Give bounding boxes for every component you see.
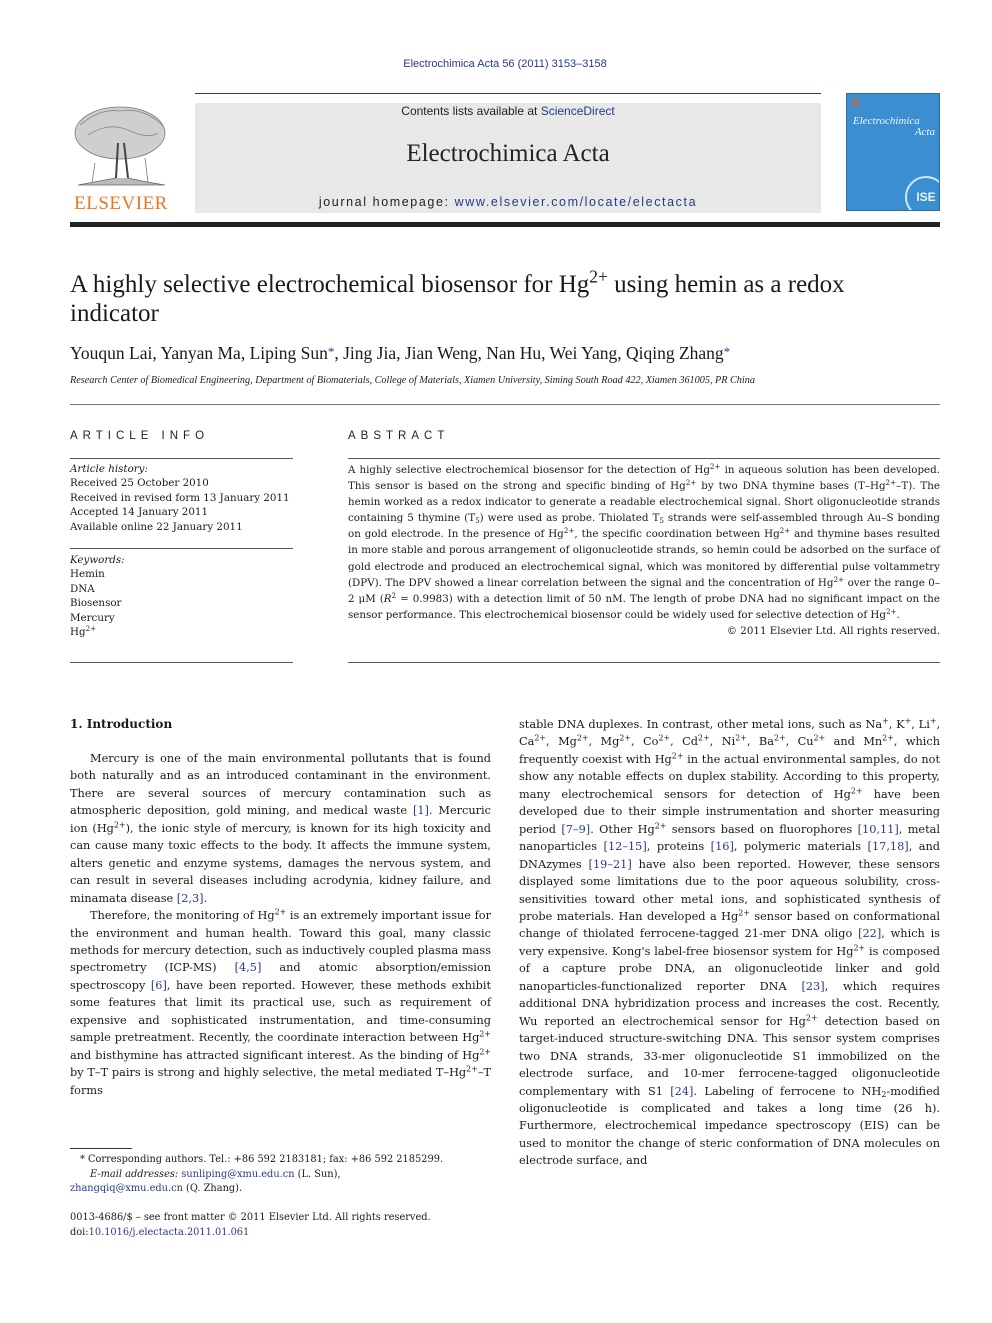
abstract-text: A highly selective electrochemical biose… <box>348 462 940 639</box>
article-info-rule-top <box>70 458 293 459</box>
affiliation: Research Center of Biomedical Engineerin… <box>70 375 755 386</box>
doi-link[interactable]: 10.1016/j.electacta.2011.01.061 <box>89 1227 250 1238</box>
history-item: Accepted 14 January 2011 <box>70 506 209 519</box>
citation-link[interactable]: [2,3] <box>177 892 204 905</box>
email-link[interactable]: zhangqiq@xmu.edu.cn <box>70 1183 183 1194</box>
author-name[interactable]: Yanyan Ma <box>160 343 240 363</box>
citation-link[interactable]: [10,11] <box>858 823 899 836</box>
citation-link[interactable]: [16] <box>711 840 734 853</box>
citation-link[interactable]: [17,18] <box>868 840 909 853</box>
email-owner: (L. Sun), <box>294 1168 341 1180</box>
citation-link[interactable]: [23] <box>801 980 824 993</box>
author-list: Youqun Lai, Yanyan Ma, Liping Sun*, Jing… <box>70 343 731 363</box>
corresponding-author-mark[interactable]: * <box>328 344 335 359</box>
footnote-rule <box>70 1148 132 1149</box>
author-name[interactable]: Jing Jia <box>343 343 396 363</box>
keywords: Keywords: Hemin DNA Biosensor Mercury Hg… <box>70 553 293 639</box>
homepage-label: journal homepage: <box>318 195 455 209</box>
body-column-left: Mercury is one of the main environmental… <box>70 750 491 1099</box>
masthead-divider <box>70 222 940 227</box>
author-name[interactable]: Qiqing Zhang <box>626 343 724 363</box>
keyword-item: DNA <box>70 582 95 595</box>
article-history: Article history: Received 25 October 201… <box>70 462 293 534</box>
ise-badge-icon: ISE <box>905 176 939 210</box>
issn-line: 0013-4686/$ – see front matter © 2011 El… <box>70 1212 431 1223</box>
author-name[interactable]: Youqun Lai <box>70 343 152 363</box>
cover-publisher-icon <box>851 98 860 107</box>
article-title: A highly selective electrochemical biose… <box>70 268 900 328</box>
history-item: Received in revised form 13 January 2011 <box>70 491 290 504</box>
journal-citation[interactable]: Electrochimica Acta 56 (2011) 3153–3158 <box>0 58 992 70</box>
sciencedirect-link[interactable]: ScienceDirect <box>541 104 615 118</box>
keyword-item: Biosensor <box>70 597 122 610</box>
email-owner: (Q. Zhang). <box>182 1183 243 1194</box>
section-divider <box>70 404 940 405</box>
citation-link[interactable]: [7–9] <box>561 823 590 836</box>
abstract-copyright: © 2011 Elsevier Ltd. All rights reserved… <box>726 624 940 637</box>
contents-availability: Contents lists available at ScienceDirec… <box>195 104 821 118</box>
paragraph: stable DNA duplexes. In contrast, other … <box>519 716 941 1168</box>
history-item: Available online 22 January 2011 <box>70 520 243 533</box>
journal-cover-thumbnail[interactable]: Electrochimica Acta ISE <box>846 93 940 211</box>
article-info-heading: ARTICLE INFO <box>70 430 210 442</box>
abstract-body: A highly selective electrochemical biose… <box>348 462 941 621</box>
keyword-item: Hg2+ <box>70 624 97 639</box>
paragraph: Mercury is one of the main environmental… <box>70 752 491 905</box>
corresponding-author-mark[interactable]: * <box>724 344 731 359</box>
homepage-link[interactable]: www.elsevier.com/locate/electacta <box>455 195 697 209</box>
elsevier-wordmark: ELSEVIER <box>74 193 168 214</box>
journal-masthead: Contents lists available at ScienceDirec… <box>195 103 821 213</box>
citation-link[interactable]: [6] <box>151 979 167 992</box>
keyword-item: Mercury <box>70 611 115 624</box>
citation-link[interactable]: [24] <box>670 1085 693 1098</box>
keywords-label: Keywords: <box>70 554 125 566</box>
history-label: Article history: <box>70 463 148 475</box>
author-name[interactable]: Wei Yang <box>550 343 618 363</box>
article-info-rule-mid <box>70 548 293 549</box>
abstract-rule-bottom <box>348 662 940 663</box>
citation-link[interactable]: [22] <box>858 927 881 940</box>
journal-title: Electrochimica Acta <box>406 140 610 167</box>
cover-title-line1: Electrochimica <box>853 115 920 127</box>
citation-link[interactable]: [19–21] <box>589 858 632 871</box>
paragraph: Therefore, the monitoring of Hg2+ is an … <box>70 907 491 1097</box>
introduction-heading: 1. Introduction <box>70 717 173 731</box>
doi-label: doi: <box>70 1226 89 1238</box>
elsevier-logo[interactable]: ELSEVIER <box>70 103 172 215</box>
footnote-contact-text: Corresponding authors. Tel.: +86 592 218… <box>84 1154 444 1165</box>
abstract-rule-top <box>348 458 940 459</box>
footnote-emails-cont: zhangqiq@xmu.edu.cn (Q. Zhang). <box>70 1182 500 1197</box>
author-name[interactable]: Nan Hu <box>486 343 541 363</box>
cover-title-line2: Acta <box>914 126 935 138</box>
keyword-item: Hemin <box>70 568 105 581</box>
journal-homepage: journal homepage: www.elsevier.com/locat… <box>195 195 821 209</box>
abstract-heading: ABSTRACT <box>348 430 450 442</box>
citation-link[interactable]: [12–15] <box>604 840 647 853</box>
email-link[interactable]: sunliping@xmu.edu.cn <box>181 1169 294 1180</box>
citation-link[interactable]: [4,5] <box>235 961 262 974</box>
title-text-1: A highly selective electrochemical biose… <box>70 271 590 298</box>
citation-link[interactable]: [1] <box>413 804 429 817</box>
contents-prefix: Contents lists available at <box>401 104 541 118</box>
cover-title: Electrochimica Acta <box>853 116 935 138</box>
footnote-emails: E-mail addresses: sunliping@xmu.edu.cn (… <box>70 1168 500 1183</box>
doi-line: doi:10.1016/j.electacta.2011.01.061 <box>70 1226 500 1241</box>
author-name[interactable]: Liping Sun <box>250 343 328 363</box>
title-superscript: 2+ <box>589 266 608 287</box>
front-matter-info: 0013-4686/$ – see front matter © 2011 El… <box>70 1211 500 1240</box>
body-column-right: stable DNA duplexes. In contrast, other … <box>519 716 940 1170</box>
author-name[interactable]: Jian Weng <box>405 343 478 363</box>
corresponding-author-footnote: * Corresponding authors. Tel.: +86 592 2… <box>70 1153 500 1197</box>
email-label: E-mail addresses: <box>90 1168 179 1180</box>
article-info-rule-bottom <box>70 662 293 663</box>
header-rule <box>195 93 821 94</box>
tree-icon <box>74 106 166 186</box>
footnote-contact: * Corresponding authors. Tel.: +86 592 2… <box>70 1153 500 1168</box>
history-item: Received 25 October 2010 <box>70 477 209 490</box>
